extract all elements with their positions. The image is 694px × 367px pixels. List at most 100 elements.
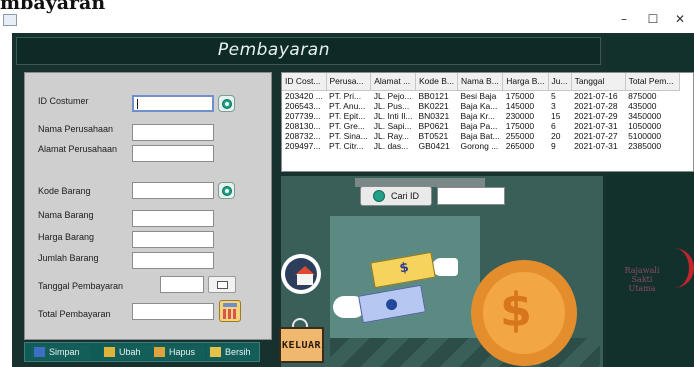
search-costumer-button[interactable] bbox=[218, 95, 235, 112]
maximize-button[interactable]: ☐ bbox=[643, 9, 663, 29]
table-column-header[interactable]: Tanggal bbox=[571, 73, 626, 91]
table-column-header[interactable]: Perusa... bbox=[326, 73, 372, 91]
table-cell: BN0321 bbox=[418, 110, 450, 121]
minimize-button[interactable]: – bbox=[614, 9, 634, 29]
home-body bbox=[297, 274, 313, 285]
table-row[interactable]: 206543... PT. Anu... JL. Pus... BK0221 Baja … bbox=[282, 101, 679, 111]
table-column-header[interactable]: Alamat ... bbox=[370, 73, 416, 91]
table-cell: PT. Sina... bbox=[329, 130, 368, 141]
close-button[interactable]: ✕ bbox=[670, 9, 690, 29]
hapus-label: Hapus bbox=[169, 347, 196, 357]
search-icon bbox=[222, 186, 232, 196]
kode-barang-field[interactable] bbox=[132, 182, 214, 199]
table-cell: PT. Epit... bbox=[329, 110, 366, 121]
table-cell: PT. Gre... bbox=[329, 120, 365, 131]
table-header-row: ID Cost... Perusa... Alamat ... Kode B... Na… bbox=[282, 73, 680, 91]
jumlah-barang-label: Jumlah Barang bbox=[38, 253, 99, 263]
table-cell: 15 bbox=[551, 110, 561, 121]
table-cell: 435000 bbox=[628, 100, 657, 111]
hapus-button[interactable]: Hapus bbox=[151, 345, 205, 360]
table-body: 203420 ... PT. Pri... JL. Pejo... BB0121 Bes… bbox=[282, 90, 679, 151]
table-cell: 6 bbox=[551, 120, 556, 131]
table-cell: JL. Pejo... bbox=[373, 90, 412, 101]
table-cell: BP0621 bbox=[418, 120, 449, 131]
dollar-sign: $ bbox=[500, 283, 533, 337]
table-cell: Baja Ka... bbox=[460, 100, 498, 111]
table-cell: 265000 bbox=[505, 140, 535, 151]
table-cell: 175000 bbox=[505, 90, 535, 101]
hand-icon bbox=[432, 258, 458, 276]
banknote-emblem bbox=[385, 298, 398, 311]
ubah-button[interactable]: Ubah bbox=[101, 345, 151, 360]
title-bar: mbayaran – ☐ ✕ bbox=[0, 0, 694, 34]
table-cell: 208130... bbox=[285, 120, 321, 131]
action-bar: Simpan Ubah Hapus Bersih bbox=[24, 342, 260, 362]
table-cell: 9 bbox=[551, 140, 556, 151]
brand-line-2: Sakti bbox=[631, 275, 653, 284]
table-cell: 145000 bbox=[505, 100, 535, 111]
pembayaran-table[interactable]: ID Cost... Perusa... Alamat ... Kode B... Na… bbox=[281, 72, 694, 172]
bersih-button[interactable]: Bersih bbox=[207, 345, 259, 360]
calculator-icon bbox=[223, 303, 237, 307]
table-row[interactable]: 203420 ... PT. Pri... JL. Pejo... BB0121 Bes… bbox=[282, 90, 679, 101]
total-pembayaran-label: Total Pembayaran bbox=[38, 309, 111, 319]
simpan-label: Simpan bbox=[49, 347, 80, 357]
cari-id-input[interactable] bbox=[437, 187, 505, 205]
table-cell: JL. Inti Il... bbox=[373, 110, 413, 121]
table-cell: 5100000 bbox=[628, 130, 662, 141]
simpan-button[interactable]: Simpan bbox=[31, 345, 91, 360]
nama-perusahaan-label: Nama Perusahaan bbox=[38, 124, 114, 134]
keluar-button[interactable]: KELUAR bbox=[279, 327, 324, 363]
date-picker-button[interactable] bbox=[208, 276, 236, 293]
app-icon bbox=[3, 14, 17, 26]
table-column-header[interactable]: Ju... bbox=[548, 73, 572, 91]
jumlah-barang-field[interactable] bbox=[132, 252, 214, 269]
table-cell: 3 bbox=[551, 100, 556, 111]
table-cell: 2021-07-31 bbox=[574, 140, 618, 151]
trash-icon bbox=[154, 347, 165, 357]
table-cell: 2021-07-31 bbox=[574, 120, 618, 131]
table-cell: JL. Pus... bbox=[373, 100, 410, 111]
search-barang-button[interactable] bbox=[218, 182, 235, 199]
tanggal-pembayaran-field[interactable] bbox=[160, 276, 204, 293]
table-cell: 875000 bbox=[628, 90, 657, 101]
table-row[interactable]: 208130... PT. Gre... JL. Sapi... BP0621 Baja… bbox=[282, 121, 679, 131]
banknote-dollar: $ bbox=[398, 260, 410, 277]
brand-logo: Rajawali Sakti Utama bbox=[606, 266, 678, 293]
calculate-button[interactable] bbox=[219, 300, 241, 322]
cari-id-button[interactable]: Cari ID bbox=[360, 186, 432, 206]
table-cell: 2021-07-28 bbox=[574, 100, 618, 111]
table-cell: 203420 ... bbox=[285, 90, 323, 101]
home-button[interactable] bbox=[281, 254, 321, 294]
table-column-header[interactable]: Nama B... bbox=[457, 73, 504, 91]
table-row[interactable]: 208732... PT. Sina... JL. Ray... BT0521 Baja… bbox=[282, 131, 679, 141]
table-column-header[interactable]: Harga B... bbox=[502, 73, 549, 91]
nama-perusahaan-field[interactable] bbox=[132, 124, 214, 141]
search-icon bbox=[222, 99, 232, 109]
table-cell: 2021-07-29 bbox=[574, 110, 618, 121]
ubah-label: Ubah bbox=[119, 347, 141, 357]
table-column-header[interactable]: Kode B... bbox=[415, 73, 458, 91]
table-cell: GB0421 bbox=[418, 140, 450, 151]
id-costumer-field[interactable] bbox=[132, 95, 214, 112]
harga-barang-field[interactable] bbox=[132, 231, 214, 248]
nama-barang-field[interactable] bbox=[132, 210, 214, 227]
calendar-icon bbox=[217, 281, 228, 289]
table-cell: 230000 bbox=[505, 110, 535, 121]
table-cell: 207739... bbox=[285, 110, 321, 121]
app-window: mbayaran – ☐ ✕ Pembayaran ID Costumer Na… bbox=[0, 0, 694, 367]
table-cell: 209497... bbox=[285, 140, 321, 151]
window-title: mbayaran bbox=[0, 0, 106, 14]
table-cell: Baja Pa... bbox=[460, 120, 498, 131]
table-column-header[interactable]: ID Cost... bbox=[282, 73, 327, 91]
table-cell: 1050000 bbox=[628, 120, 662, 131]
total-pembayaran-field[interactable] bbox=[132, 303, 214, 320]
table-row[interactable]: 207739... PT. Epit... JL. Inti Il... BN0321… bbox=[282, 111, 679, 121]
broom-icon bbox=[210, 347, 221, 357]
alamat-perusahaan-field[interactable] bbox=[132, 145, 214, 162]
table-cell: PT. Anu... bbox=[329, 100, 366, 111]
table-column-header[interactable]: Total Pem... bbox=[625, 73, 680, 91]
table-cell: 206543... bbox=[285, 100, 321, 111]
table-row[interactable]: 209497... PT. Citr... JL. das... GB0421 Goro… bbox=[282, 141, 679, 151]
data-table: ID Cost... Perusa... Alamat ... Kode B... Na… bbox=[282, 73, 680, 151]
